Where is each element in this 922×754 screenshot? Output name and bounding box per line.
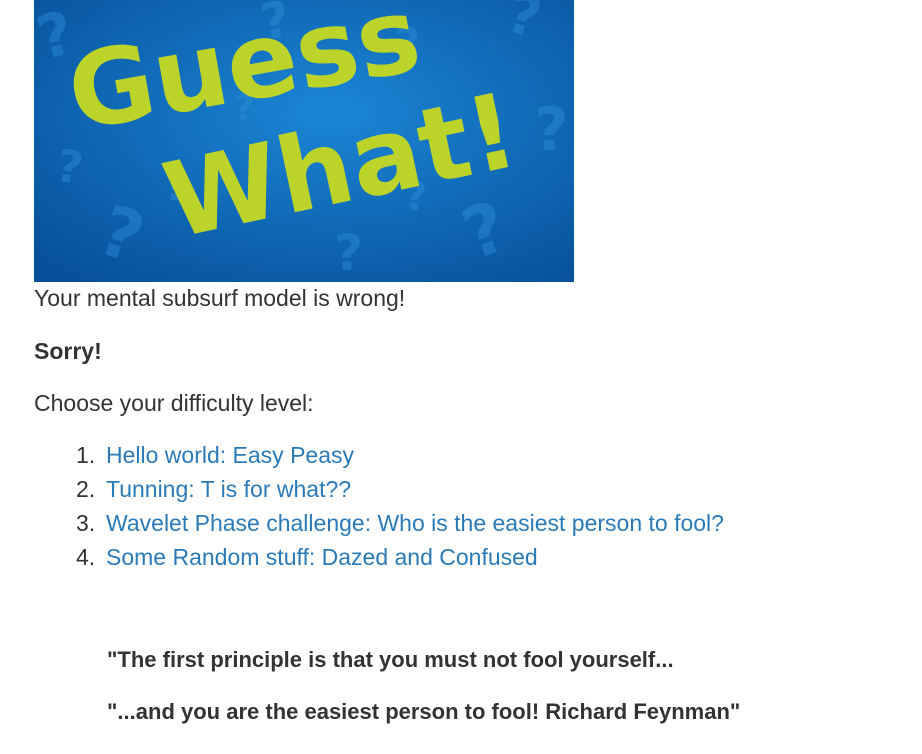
list-item: 3. Wavelet Phase challenge: Who is the e… [76,508,724,542]
sorry-heading: Sorry! [34,338,102,364]
list-item: 4. Some Random stuff: Dazed and Confused [76,542,724,576]
level-link-random[interactable]: Some Random stuff: Dazed and Confused [106,544,538,570]
subtitle: Your mental subsurf model is wrong! [34,285,406,311]
feynman-quote-line2: "...and you are the easiest person to fo… [107,699,741,724]
list-item: 2. Tunning: T is for what?? [76,474,724,508]
difficulty-list: 1. Hello world: Easy Peasy 2. Tunning: T… [76,440,724,576]
level-link-easy[interactable]: Hello world: Easy Peasy [106,442,354,468]
list-number: 2. [76,476,96,502]
difficulty-prompt: Choose your difficulty level: [34,390,314,416]
svg-text:?: ? [534,95,569,165]
list-number: 1. [76,442,96,468]
list-number: 3. [76,510,96,536]
list-number: 4. [76,544,96,570]
guess-what-logo: ? ? ? ? ? ? ? ? ? ? ? ? Guess What! [34,0,574,282]
list-item: 1. Hello world: Easy Peasy [76,440,724,474]
level-link-tuning[interactable]: Tunning: T is for what?? [106,476,351,502]
feynman-quote-line1: "The first principle is that you must no… [107,647,674,672]
level-link-wavelet-phase[interactable]: Wavelet Phase challenge: Who is the easi… [106,510,724,536]
guess-what-banner: ? ? ? ? ? ? ? ? ? ? ? ? Guess What! [34,0,574,282]
svg-text:?: ? [334,224,363,282]
